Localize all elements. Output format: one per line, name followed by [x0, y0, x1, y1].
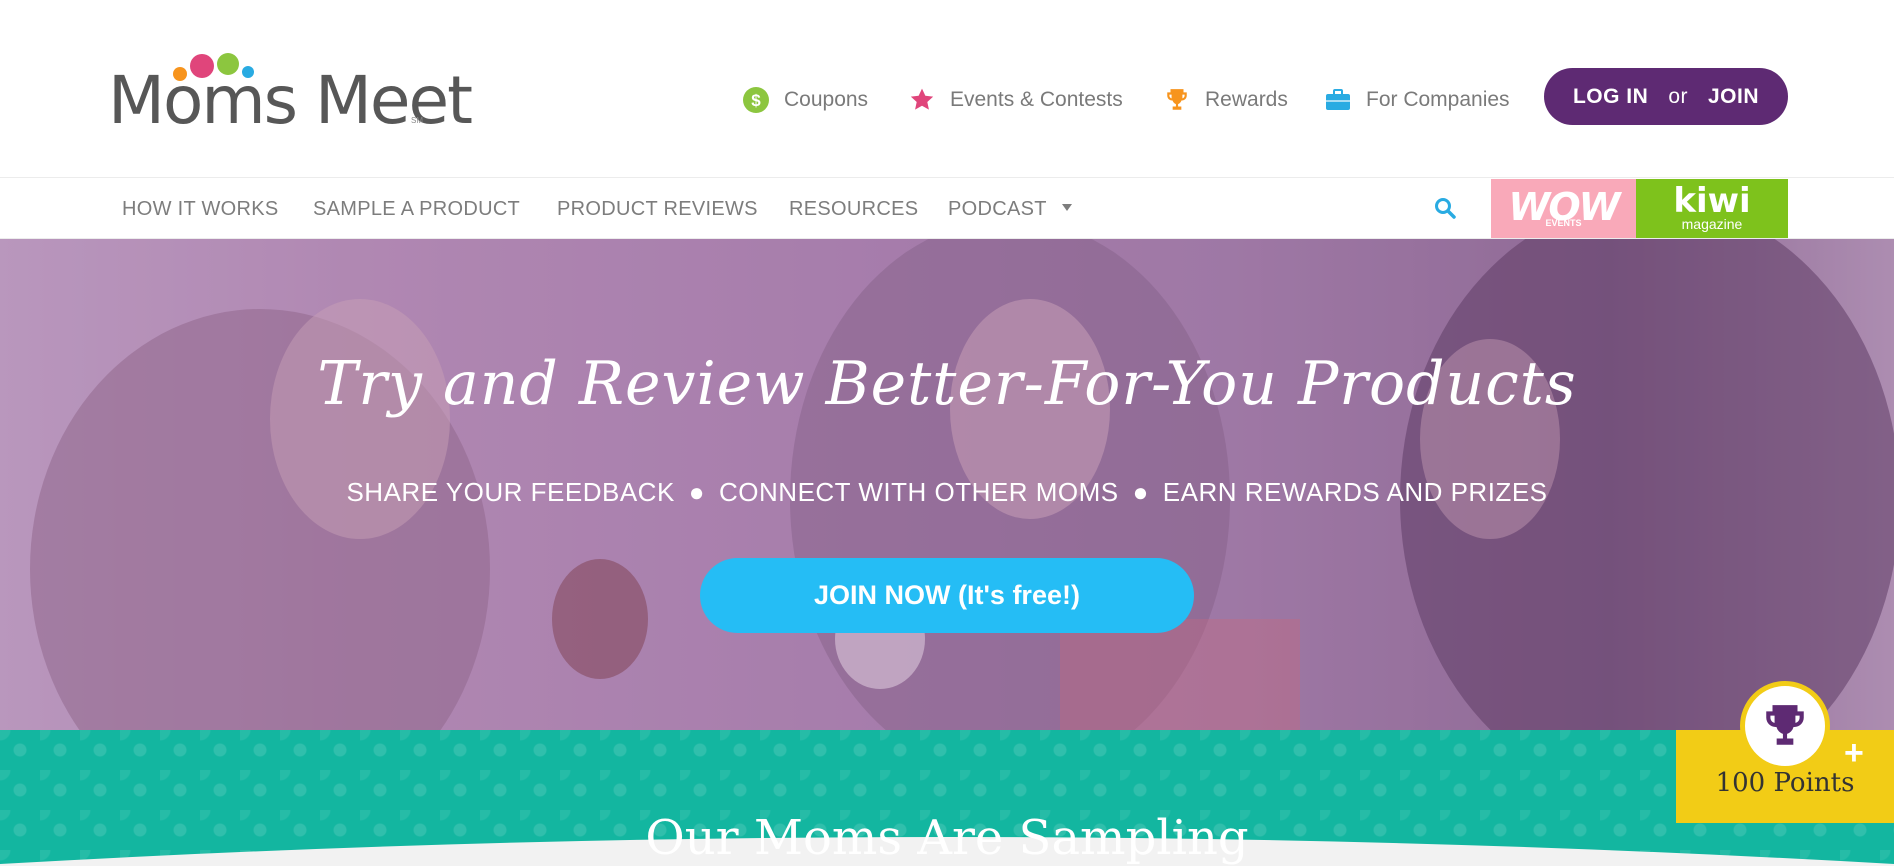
nav-podcast[interactable]: PODCAST — [948, 198, 1047, 221]
util-nav-events[interactable]: Events & Contests — [908, 82, 1123, 118]
logo-text: Moms Meet — [108, 62, 473, 139]
moms-meet-logo[interactable]: Moms Meet SM — [108, 50, 473, 139]
kiwi-magazine-link[interactable]: kiwi magazine — [1636, 179, 1788, 238]
hero-subtitle-rewards: EARN REWARDS AND PRIZES — [1162, 477, 1548, 507]
hero-title: Try and Review Better-For-You Products — [317, 349, 1577, 419]
hero-subtitle-feedback: SHARE YOUR FEEDBACK — [346, 477, 675, 507]
nav-resources[interactable]: RESOURCES — [789, 198, 918, 221]
dropdown-caret-icon[interactable] — [1062, 204, 1072, 212]
util-nav-label: For Companies — [1366, 88, 1510, 111]
util-nav-label: Events & Contests — [950, 88, 1123, 111]
briefcase-icon — [1324, 86, 1352, 114]
bullet-separator: ● — [688, 477, 706, 507]
hero-banner: Try and Review Better-For-You Products S… — [0, 239, 1894, 730]
nav-how-it-works[interactable]: HOW IT WORKS — [122, 198, 279, 221]
wow-logo-sub: EVENTS — [1545, 217, 1582, 228]
site-header: Moms Meet SM $ Coupons Events & Contests… — [0, 0, 1894, 177]
util-nav-coupons[interactable]: $ Coupons — [742, 82, 868, 118]
points-trophy-badge[interactable] — [1740, 681, 1830, 771]
points-label: 100 Points — [1715, 768, 1855, 798]
section-title: Our Moms Are Sampling — [645, 810, 1249, 866]
bullet-separator: ● — [1132, 477, 1149, 507]
login-join-button[interactable]: LOG IN or JOIN — [1544, 68, 1788, 125]
wow-events-link[interactable]: WOW EVENTS — [1491, 179, 1636, 238]
nav-sample-a-product[interactable]: SAMPLE A PRODUCT — [313, 198, 520, 221]
svg-text:$: $ — [751, 91, 761, 110]
util-nav-rewards[interactable]: Rewards — [1163, 82, 1288, 118]
kiwi-logo-text: kiwi — [1673, 180, 1751, 221]
join-link[interactable]: JOIN — [1708, 85, 1759, 109]
util-nav-companies[interactable]: For Companies — [1324, 82, 1510, 118]
nav-product-reviews[interactable]: PRODUCT REVIEWS — [557, 198, 758, 221]
points-plus-icon[interactable]: + — [1844, 736, 1864, 770]
dollar-icon: $ — [742, 86, 770, 114]
trophy-icon — [1766, 705, 1804, 745]
util-nav-label: Coupons — [784, 88, 869, 111]
hero-subtitle-connect: CONNECT WITH OTHER MOMS — [719, 477, 1119, 507]
search-icon[interactable] — [1434, 197, 1456, 219]
hero-subtitle: SHARE YOUR FEEDBACK ● CONNECT WITH OTHER M… — [0, 477, 1894, 508]
logo-service-mark: SM — [411, 116, 423, 125]
join-now-button[interactable]: JOIN NOW (It's free!) — [700, 558, 1194, 633]
trophy-icon — [1163, 86, 1191, 114]
util-nav-label: Rewards — [1205, 88, 1288, 111]
star-icon — [908, 86, 936, 114]
kiwi-logo-sub: magazine — [1681, 215, 1743, 232]
sampling-section: Our Moms Are Sampling — [0, 730, 1894, 866]
login-link[interactable]: LOG IN — [1573, 85, 1648, 109]
or-text: or — [1668, 84, 1688, 108]
